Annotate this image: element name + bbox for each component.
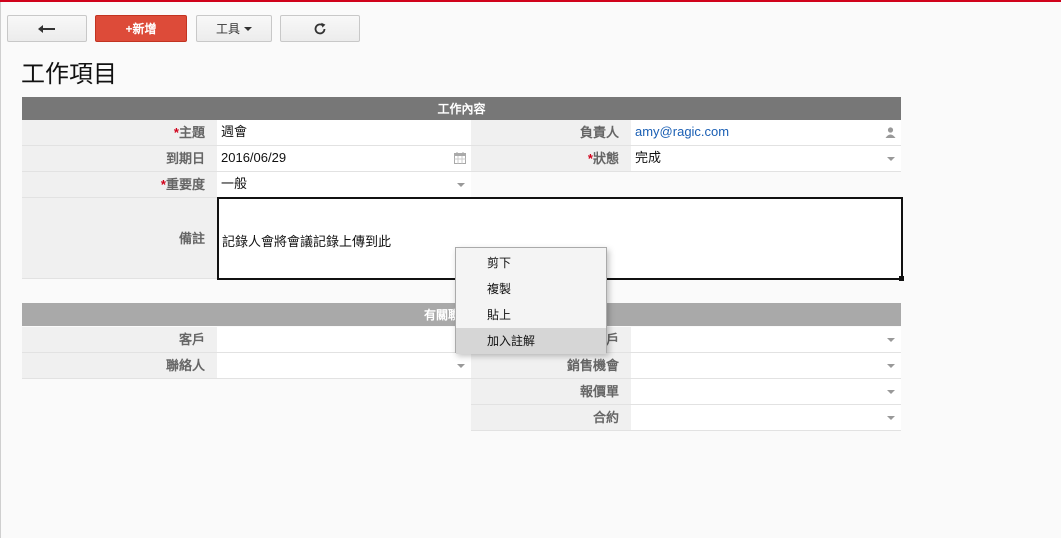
top-accent-bar (0, 0, 1061, 2)
chevron-down-icon (887, 416, 895, 420)
quote-label-text: 報價單 (579, 384, 619, 399)
notes-value: 記錄人會將會議記錄上傳到此 (222, 234, 392, 249)
customer-label-text: 客戶 (178, 332, 205, 347)
context-menu-cut[interactable]: 剪下 (456, 250, 606, 276)
status-value: 完成 (635, 150, 662, 165)
notes-label: 備註 (22, 198, 217, 279)
status-label: *狀態 (471, 146, 631, 172)
opportunity-select[interactable] (631, 353, 901, 379)
user-icon[interactable] (885, 127, 896, 138)
resize-handle[interactable] (899, 276, 904, 281)
priority-select[interactable]: 一般 (217, 172, 471, 198)
chevron-down-icon (887, 338, 895, 342)
status-select[interactable]: 完成 (631, 146, 901, 172)
calendar-icon[interactable] (454, 152, 466, 164)
contract-label: 合約 (471, 405, 631, 431)
quote-label: 報價單 (471, 379, 631, 405)
customer-select[interactable] (217, 327, 471, 353)
assignee-field[interactable]: amy@ragic.com (631, 120, 901, 146)
new-record-label: +新增 (125, 22, 157, 36)
contact-label-text: 聯絡人 (165, 358, 205, 373)
context-menu-paste[interactable]: 貼上 (456, 302, 606, 328)
chevron-down-icon (457, 364, 465, 368)
section-title: 工作內容 (437, 102, 486, 116)
due-date-field[interactable]: 2016/06/29 (217, 146, 471, 172)
contract-select[interactable] (631, 405, 901, 431)
arrow-left-icon (38, 24, 55, 33)
notes-label-text: 備註 (178, 231, 205, 246)
account-label-text: 戶 (605, 332, 619, 347)
opportunity-label: 銷售機會 (471, 353, 631, 379)
new-record-button[interactable]: +新增 (95, 15, 187, 42)
assignee-label-text: 負責人 (579, 125, 619, 140)
tools-label: 工具 (215, 22, 240, 36)
refresh-icon (314, 22, 326, 34)
menu-item-label: 貼上 (487, 308, 512, 322)
contact-select[interactable] (217, 353, 471, 379)
menu-item-label: 剪下 (487, 256, 512, 270)
chevron-down-icon (887, 390, 895, 394)
context-menu-copy[interactable]: 複製 (456, 276, 606, 302)
menu-item-label: 複製 (487, 282, 512, 296)
due-date-label: 到期日 (22, 146, 217, 172)
assignee-label: 負責人 (471, 120, 631, 146)
priority-value: 一般 (221, 176, 248, 191)
left-border (0, 2, 1, 538)
page-title: 工作項目 (21, 61, 117, 88)
opportunity-label-text: 銷售機會 (566, 358, 619, 373)
chevron-down-icon (887, 364, 895, 368)
tools-dropdown-button[interactable]: 工具 (196, 15, 272, 42)
status-label-text: 狀態 (592, 151, 619, 166)
chevron-down-icon (887, 157, 895, 161)
chevron-down-icon (457, 183, 465, 187)
due-date-label-text: 到期日 (165, 151, 205, 166)
contract-label-text: 合約 (592, 410, 619, 425)
contact-label: 聯絡人 (22, 353, 217, 379)
context-menu-add-comment[interactable]: 加入註解 (456, 328, 606, 354)
section-header-work-content: 工作內容 (22, 97, 901, 120)
subject-label: *主題 (22, 120, 217, 146)
caret-down-icon (244, 26, 252, 31)
context-menu: 剪下 複製 貼上 加入註解 (455, 247, 607, 354)
menu-item-label: 加入註解 (487, 334, 536, 348)
priority-label-text: 重要度 (165, 177, 205, 192)
back-button[interactable] (7, 15, 87, 42)
priority-label: *重要度 (22, 172, 217, 198)
quote-select[interactable] (631, 379, 901, 405)
due-date-value: 2016/06/29 (221, 150, 287, 165)
subject-label-text: 主題 (178, 125, 205, 140)
assignee-email-link[interactable]: amy@ragic.com (635, 124, 729, 139)
customer-label: 客戶 (22, 327, 217, 353)
subject-value: 週會 (221, 124, 248, 139)
refresh-button[interactable] (280, 15, 360, 42)
account-select[interactable] (631, 327, 901, 353)
subject-field[interactable]: 週會 (217, 120, 471, 146)
